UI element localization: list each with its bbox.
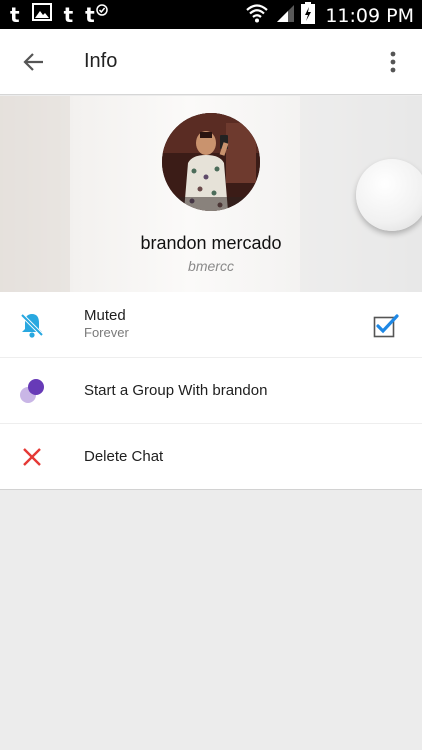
options-list: Muted Forever Start a Group With brandon… <box>0 292 422 490</box>
overflow-menu-button[interactable] <box>378 44 408 80</box>
tumblr-icon: t <box>10 2 20 27</box>
toggle-knob[interactable] <box>356 159 422 231</box>
status-bar: t t t 11:09 PM <box>0 0 422 29</box>
status-notification-icons: t t t <box>10 3 109 26</box>
delete-chat-label: Delete Chat <box>84 448 164 465</box>
start-group-label: Start a Group With brandon <box>84 382 268 399</box>
muted-sublabel: Forever <box>84 325 129 340</box>
status-time: 11:09 PM <box>325 4 414 27</box>
group-icon <box>18 377 46 405</box>
avatar[interactable] <box>162 113 260 211</box>
tumblr-check-icon: t <box>85 4 109 26</box>
page-title: Info <box>84 50 118 72</box>
checkbox-checked-icon <box>373 314 399 338</box>
muted-row[interactable]: Muted Forever <box>0 292 422 358</box>
battery-charging-icon <box>301 2 316 29</box>
arrow-back-icon <box>23 53 43 71</box>
delete-chat-row[interactable]: Delete Chat <box>0 424 422 490</box>
close-icon <box>18 443 46 471</box>
notifications-off-icon <box>18 311 46 339</box>
app-bar: Info <box>0 29 422 95</box>
more-vert-icon <box>390 51 396 73</box>
display-name: brandon mercado <box>140 233 282 253</box>
status-system-icons: 11:09 PM <box>245 2 414 29</box>
tumblr-icon: t <box>63 2 74 27</box>
muted-checkbox[interactable] <box>373 313 399 338</box>
muted-label: Muted <box>84 307 126 324</box>
username: bmercc <box>188 258 234 274</box>
image-icon <box>31 3 52 26</box>
profile-header: brandon mercado bmercc <box>0 96 422 292</box>
signal-icon <box>275 3 295 28</box>
start-group-row[interactable]: Start a Group With brandon <box>0 358 422 424</box>
profile-photo <box>162 113 260 211</box>
back-button[interactable] <box>16 44 52 80</box>
wifi-icon <box>245 2 269 29</box>
